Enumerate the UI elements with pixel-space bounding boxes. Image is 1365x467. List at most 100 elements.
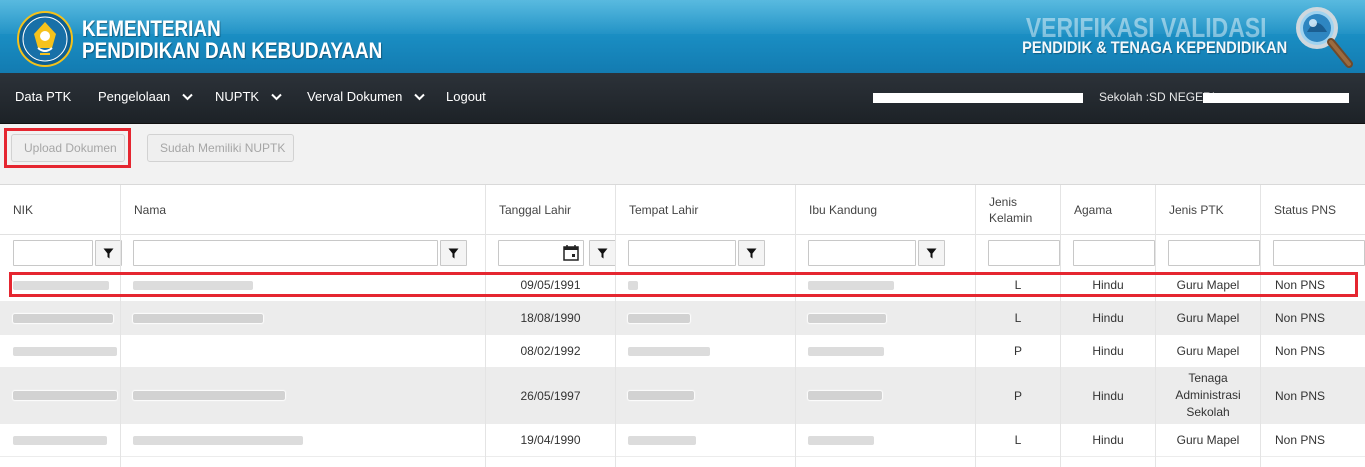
- nama-cell: [133, 302, 263, 334]
- jenis-kelamin-cell: P: [1013, 388, 1022, 403]
- jenis-ptk-cell: Tenaga Administrasi Sekolah: [1175, 371, 1241, 419]
- tanggal-lahir-cell: 18/08/1990: [520, 311, 581, 325]
- user-info: Sekolah :SD NEGERI: [873, 92, 1349, 104]
- ministry-title-line2: PENDIDIKAN DAN KEBUDAYAAN: [82, 38, 383, 63]
- jenis-kelamin-cell: P: [1013, 344, 1022, 358]
- tempat-lahir-cell: [628, 368, 694, 423]
- nav-pengelolaan[interactable]: Pengelolaan: [98, 73, 193, 124]
- column-divider: [1060, 185, 1061, 467]
- nav-verval-dokumen[interactable]: Verval Dokumen: [307, 73, 425, 124]
- jenis-kelamin-cell: L: [1014, 311, 1022, 325]
- redacted-user-email: [873, 93, 1083, 103]
- jenis-ptk-cell: Guru Mapel: [1176, 311, 1240, 325]
- tanggal-lahir-cell: 26/05/1997: [520, 388, 581, 403]
- column-divider: [615, 185, 616, 467]
- column-header-jenis-kelamin[interactable]: Jenis Kelamin: [976, 185, 1060, 235]
- column-header-tempat-lahir[interactable]: Tempat Lahir: [616, 185, 795, 235]
- table-row[interactable]: 26/05/1997 P Hindu Tenaga Administrasi S…: [0, 368, 1365, 424]
- nama-cell: [133, 368, 285, 423]
- status-pns-cell: Non PNS: [1275, 433, 1326, 447]
- filter-icon: [448, 248, 459, 258]
- column-header-agama[interactable]: Agama: [1061, 185, 1155, 235]
- ptk-data-grid: NIK Nama Tanggal Lahir Tempat Lahir Ibu …: [0, 185, 1365, 467]
- tanggal-lahir-filter-button[interactable]: [589, 240, 616, 266]
- agama-cell: Hindu: [1092, 311, 1124, 325]
- chevron-down-icon: [270, 93, 282, 100]
- tempat-lahir-cell: [628, 424, 696, 456]
- jenis-ptk-cell: Guru Mapel: [1176, 433, 1240, 447]
- table-row[interactable]: 08/02/1992 P Hindu Guru Mapel Non PNS: [0, 335, 1365, 368]
- jenis-ptk-cell: Guru Mapel: [1176, 344, 1240, 358]
- agama-filter-input[interactable]: [1073, 240, 1155, 266]
- ibu-kandung-cell: [808, 335, 884, 367]
- status-pns-cell: Non PNS: [1275, 311, 1326, 325]
- column-header-jenis-ptk[interactable]: Jenis PTK: [1156, 185, 1260, 235]
- calendar-icon[interactable]: [563, 244, 579, 264]
- nav-logout[interactable]: Logout: [446, 73, 486, 124]
- nik-cell: [13, 335, 117, 367]
- status-pns-cell: Non PNS: [1275, 278, 1326, 292]
- nik-cell: [13, 269, 109, 301]
- ibu-kandung-filter-button[interactable]: [918, 240, 945, 266]
- nik-cell: [13, 302, 113, 334]
- tut-wuri-handayani-logo: [17, 11, 73, 67]
- agama-cell: Hindu: [1092, 388, 1124, 403]
- agama-cell: Hindu: [1092, 433, 1124, 447]
- nav-nuptk[interactable]: NUPTK: [215, 73, 282, 124]
- ibu-kandung-filter-input[interactable]: [808, 240, 916, 266]
- column-header-tanggal-lahir[interactable]: Tanggal Lahir: [486, 185, 615, 235]
- jenis-kelamin-cell: L: [1014, 433, 1022, 447]
- column-header-nik[interactable]: NIK: [0, 185, 120, 235]
- tempat-lahir-cell: [628, 269, 638, 301]
- grid-header-row: NIK Nama Tanggal Lahir Tempat Lahir Ibu …: [0, 185, 1365, 235]
- status-pns-filter-input[interactable]: [1273, 240, 1365, 266]
- ibu-kandung-cell: [808, 302, 886, 334]
- column-divider: [795, 185, 796, 467]
- tempat-lahir-filter-input[interactable]: [628, 240, 736, 266]
- nik-filter-button[interactable]: [95, 240, 122, 266]
- jenis-kelamin-filter-input[interactable]: [988, 240, 1060, 266]
- tempat-lahir-cell: [628, 302, 690, 334]
- table-row[interactable]: 19/04/1990 L Hindu Guru Mapel Non PNS: [0, 424, 1365, 457]
- nik-cell: [13, 424, 107, 456]
- table-row[interactable]: 09/05/1991 L Hindu Guru Mapel Non PNS: [0, 269, 1365, 302]
- column-header-ibu-kandung[interactable]: Ibu Kandung: [796, 185, 975, 235]
- agama-cell: Hindu: [1092, 344, 1124, 358]
- tanggal-lahir-cell: 19/04/1990: [520, 433, 581, 447]
- jenis-ptk-filter-input[interactable]: [1168, 240, 1260, 266]
- action-toolbar: Upload Dokumen Sudah Memiliki NUPTK: [0, 124, 1365, 185]
- nav-data-ptk[interactable]: Data PTK: [15, 73, 71, 124]
- nik-filter-input[interactable]: [13, 240, 93, 266]
- header-banner: KEMENTERIAN PENDIDIKAN DAN KEBUDAYAAN VE…: [0, 0, 1365, 73]
- column-header-nama[interactable]: Nama: [121, 185, 485, 235]
- column-divider: [485, 185, 486, 467]
- column-header-status-pns[interactable]: Status PNS: [1261, 185, 1365, 235]
- ibu-kandung-cell: [808, 269, 894, 301]
- grid-filter-row: [0, 235, 1365, 269]
- tempat-lahir-cell: [628, 335, 710, 367]
- jenis-kelamin-cell: L: [1014, 278, 1022, 292]
- nav-nuptk-label: NUPTK: [215, 89, 260, 104]
- tempat-lahir-filter-button[interactable]: [738, 240, 765, 266]
- ibu-kandung-cell: [808, 424, 874, 456]
- nama-cell: [133, 424, 303, 456]
- jenis-ptk-cell: Guru Mapel: [1176, 278, 1240, 292]
- nama-filter-input[interactable]: [133, 240, 438, 266]
- nav-verval-dokumen-label: Verval Dokumen: [307, 89, 403, 104]
- status-pns-cell: Non PNS: [1275, 344, 1326, 358]
- column-divider: [120, 185, 121, 467]
- ibu-kandung-cell: [808, 368, 882, 423]
- filter-icon: [746, 248, 757, 258]
- table-row[interactable]: 18/08/1990 L Hindu Guru Mapel Non PNS: [0, 302, 1365, 335]
- chevron-down-icon: [182, 93, 193, 100]
- column-divider: [975, 185, 976, 467]
- nama-cell: [133, 269, 253, 301]
- column-divider: [1260, 185, 1261, 467]
- brand-title-line2: PENDIDIK & TENAGA KEPENDIDIKAN: [1021, 38, 1287, 57]
- magnifier-logo-icon: [1296, 7, 1353, 68]
- filter-icon: [103, 248, 114, 258]
- nama-filter-button[interactable]: [440, 240, 467, 266]
- sudah-memiliki-nuptk-button[interactable]: Sudah Memiliki NUPTK: [147, 134, 294, 162]
- agama-cell: Hindu: [1092, 278, 1124, 292]
- upload-dokumen-button[interactable]: Upload Dokumen: [11, 134, 125, 162]
